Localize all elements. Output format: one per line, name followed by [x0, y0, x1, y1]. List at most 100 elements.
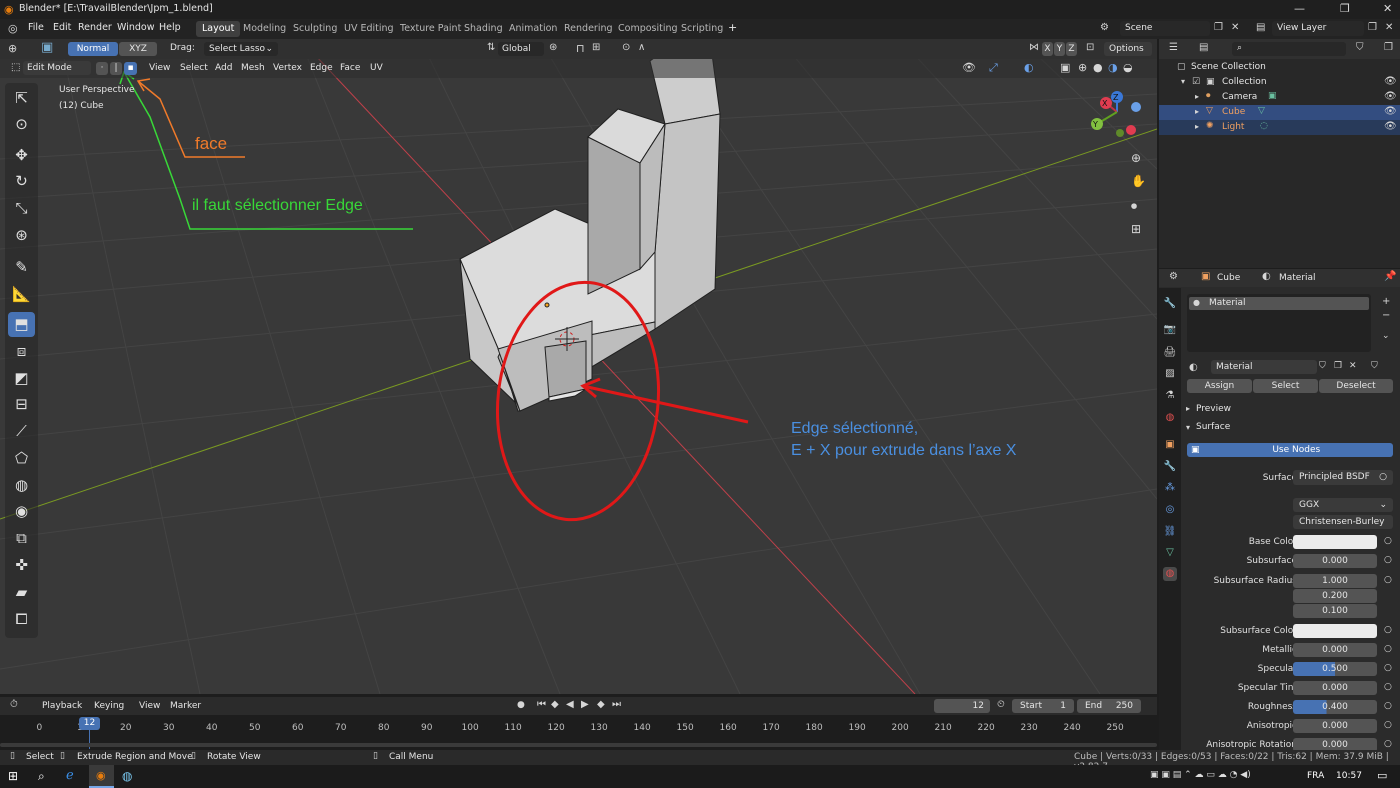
- menu-vertex[interactable]: Vertex: [273, 63, 302, 73]
- select-tool-icon[interactable]: ⇱: [8, 86, 35, 111]
- prop-value-field[interactable]: 1.000: [1293, 574, 1377, 588]
- material-tab-icon[interactable]: ◍: [1163, 567, 1177, 581]
- tab-shading[interactable]: Shading: [458, 21, 509, 37]
- scene-field[interactable]: Scene: [1120, 21, 1210, 36]
- clock-icon[interactable]: ⏲: [997, 699, 1005, 710]
- view-layer-tab-icon[interactable]: ▨: [1163, 367, 1177, 381]
- tab-modeling[interactable]: Modeling: [237, 21, 292, 37]
- view-layer-icon[interactable]: ▤: [1256, 22, 1265, 33]
- search-icon[interactable]: ⌕: [38, 769, 45, 784]
- drag-dropdown[interactable]: Select Lasso ⌄: [204, 42, 278, 56]
- mode-dropdown[interactable]: Edit Mode: [23, 61, 91, 75]
- mirror-icon[interactable]: ⋈: [1029, 42, 1039, 53]
- eye-icon[interactable]: 👁: [1384, 91, 1397, 102]
- link-dot-icon[interactable]: ○: [1384, 555, 1392, 565]
- menu-window[interactable]: Window: [117, 22, 154, 33]
- link-dot-icon[interactable]: ○: [1384, 663, 1392, 673]
- tab-sculpting[interactable]: Sculpting: [287, 21, 343, 37]
- tab-scripting[interactable]: Scripting: [675, 21, 729, 37]
- distribution-dropdown[interactable]: GGX ⌄: [1293, 498, 1393, 512]
- preview-panel-header[interactable]: Preview: [1196, 404, 1231, 414]
- options-dropdown[interactable]: Options: [1104, 42, 1152, 56]
- solid-shading-icon[interactable]: ●: [1093, 61, 1103, 74]
- jump-end-icon[interactable]: ⏭: [612, 699, 621, 710]
- tab-animation[interactable]: Animation: [503, 21, 563, 37]
- measure-tool-icon[interactable]: 📐: [8, 282, 35, 307]
- face-select-icon[interactable]: ▪: [124, 62, 137, 75]
- material-name-field[interactable]: Material: [1211, 360, 1317, 374]
- prop-value-field[interactable]: 0.200: [1293, 589, 1377, 603]
- data-tab-icon[interactable]: ▽: [1163, 546, 1177, 560]
- remove-slot-icon[interactable]: −: [1382, 310, 1390, 321]
- orientation-dropdown[interactable]: Global: [498, 42, 544, 56]
- start-frame-field[interactable]: Start 1: [1012, 699, 1074, 713]
- delete-view-layer-icon[interactable]: ✕: [1385, 22, 1393, 33]
- eye-icon[interactable]: 👁: [1384, 106, 1397, 117]
- xray-toggle-icon[interactable]: ▣: [1060, 61, 1070, 74]
- scene-tab-icon[interactable]: ⚗: [1163, 389, 1177, 403]
- rip-tool-icon[interactable]: ⧠: [8, 607, 35, 632]
- visibility-icon[interactable]: 👁: [962, 61, 976, 74]
- expand-arrow-icon[interactable]: ▾: [1181, 77, 1185, 86]
- surface-arrow-icon[interactable]: ▾: [1186, 423, 1190, 432]
- shrink-fatten-tool-icon[interactable]: ✜: [8, 553, 35, 578]
- normal-button[interactable]: Normal: [68, 42, 118, 56]
- render-tab-icon[interactable]: 📷: [1163, 323, 1177, 337]
- inset-tool-icon[interactable]: ⧈: [8, 339, 35, 364]
- pan-hand-icon[interactable]: ✋: [1131, 174, 1146, 188]
- notification-icon[interactable]: ▭: [1377, 769, 1387, 782]
- duplicate-material-icon[interactable]: ❐: [1334, 361, 1342, 371]
- prev-keyframe-icon[interactable]: ◆: [551, 699, 559, 710]
- deselect-button[interactable]: Deselect: [1319, 379, 1393, 393]
- knife-tool-icon[interactable]: ⟋: [8, 419, 35, 444]
- edge-slide-tool-icon[interactable]: ⧉: [8, 526, 35, 551]
- language-indicator[interactable]: FRA: [1307, 771, 1324, 781]
- material-shading-icon[interactable]: ◑: [1108, 61, 1118, 74]
- material-slot-list[interactable]: ● Material: [1187, 294, 1371, 352]
- sss-method-dropdown[interactable]: Christensen-Burley: [1293, 515, 1393, 529]
- menu-help[interactable]: Help: [159, 22, 181, 33]
- material-link-icon[interactable]: ⛉: [1371, 361, 1378, 371]
- menu-mesh[interactable]: Mesh: [241, 63, 265, 73]
- camera-view-icon[interactable]: ⏺: [1131, 199, 1137, 214]
- proportional-edit-icon[interactable]: ⊙: [622, 42, 630, 53]
- blender-menu-icon[interactable]: ◎: [8, 22, 18, 35]
- app-icon[interactable]: ◍: [122, 769, 132, 783]
- slot-menu-icon[interactable]: ⌄: [1382, 331, 1390, 341]
- add-slot-icon[interactable]: +: [1382, 296, 1390, 307]
- prop-value-field[interactable]: 0.400: [1293, 700, 1377, 714]
- loop-cut-tool-icon[interactable]: ⊟: [8, 392, 35, 417]
- gizmo-toggle-icon[interactable]: ⤢: [989, 61, 998, 75]
- menu-file[interactable]: File: [28, 22, 44, 33]
- display-mode-icon[interactable]: ▤: [1199, 42, 1208, 53]
- fake-user-icon[interactable]: ⛉: [1319, 361, 1326, 371]
- select-button[interactable]: Select: [1253, 379, 1318, 393]
- prop-value-field[interactable]: 0.000: [1293, 554, 1377, 568]
- modifier-tab-icon[interactable]: 🔧: [1163, 460, 1177, 474]
- output-tab-icon[interactable]: 🖨: [1163, 346, 1177, 360]
- record-icon[interactable]: ●: [517, 700, 525, 710]
- jump-start-icon[interactable]: ⏮: [537, 699, 546, 710]
- maximize-icon[interactable]: ❐: [1340, 2, 1350, 15]
- menu-keying[interactable]: Keying: [94, 701, 124, 711]
- link-dot-icon[interactable]: ○: [1384, 575, 1392, 585]
- xyz-button[interactable]: XYZ: [119, 42, 157, 56]
- zoom-icon[interactable]: ⊕: [1131, 151, 1141, 165]
- eye-icon[interactable]: 👁: [1384, 121, 1397, 132]
- clock[interactable]: 10:57: [1336, 771, 1362, 781]
- close-icon[interactable]: ✕: [1383, 2, 1392, 15]
- tab-texture-paint[interactable]: Texture Paint: [394, 21, 467, 37]
- expand-arrow-icon[interactable]: ▸: [1195, 107, 1199, 116]
- menu-select[interactable]: Select: [180, 63, 208, 73]
- play-reverse-icon[interactable]: ◀: [566, 699, 574, 710]
- checkbox-icon[interactable]: ☑: [1192, 77, 1200, 87]
- end-frame-field[interactable]: End 250: [1077, 699, 1141, 713]
- material-slot-row[interactable]: ● Material: [1189, 297, 1369, 310]
- prop-value-field[interactable]: 0.000: [1293, 643, 1377, 657]
- prop-value-field[interactable]: 0.100: [1293, 604, 1377, 618]
- prop-value-field[interactable]: 0.000: [1293, 719, 1377, 733]
- outliner-row-scene-collection[interactable]: ▢ Scene Collection: [1159, 60, 1400, 75]
- playhead[interactable]: 12: [79, 717, 100, 730]
- next-keyframe-icon[interactable]: ◆: [597, 699, 605, 710]
- rotate-tool-icon[interactable]: ↻: [8, 169, 35, 194]
